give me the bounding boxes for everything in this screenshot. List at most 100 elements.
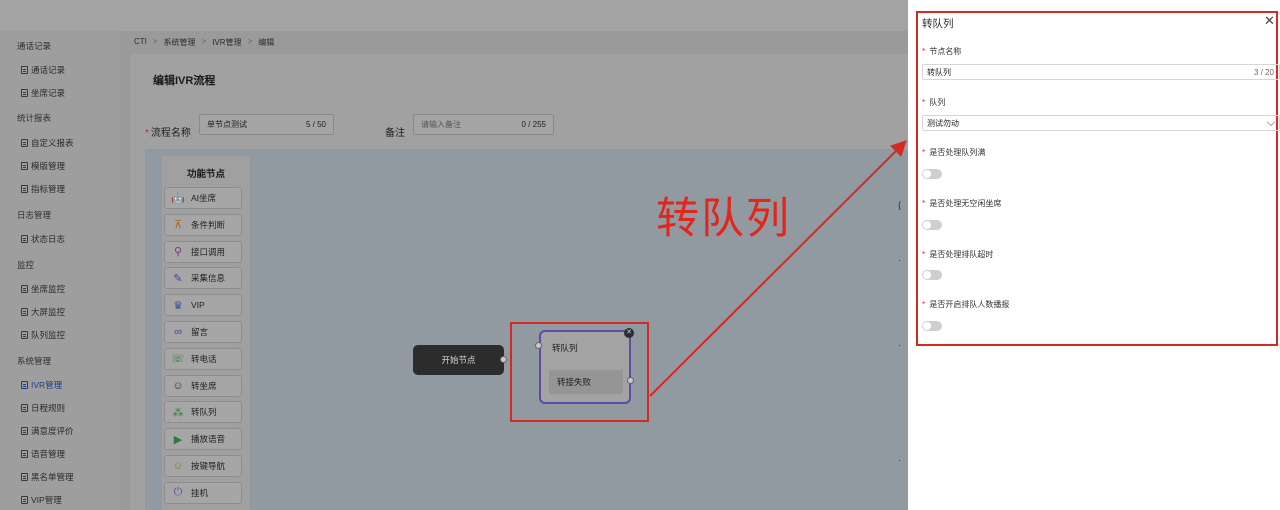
flow-name-input[interactable]: 单节点测试 5 / 50 (199, 114, 334, 135)
toggle-no-idle-agent[interactable] (922, 220, 942, 230)
toggle-label-queue-announce: * 是否开启排队人数播报 (922, 300, 1010, 309)
branch-icon: ⊼ (173, 219, 183, 232)
breadcrumb-item[interactable]: 系统管理 (164, 37, 196, 48)
sidebar-item-satisfaction[interactable]: 满意度评价 (21, 425, 74, 437)
voicemail-icon: ∞ (174, 326, 182, 338)
remark-label: 备注 (385, 128, 405, 139)
document-icon (21, 381, 28, 389)
palette-item[interactable]: ▶ 播放语音 (164, 428, 242, 451)
play-icon: ▶ (173, 433, 183, 446)
start-node-output-port[interactable] (500, 356, 507, 363)
sidebar-item-templates[interactable]: 模版管理 (21, 160, 65, 172)
toggle-queue-announce[interactable] (922, 321, 942, 331)
document-icon (21, 162, 28, 170)
close-icon[interactable]: ✕ (1264, 13, 1275, 29)
connector-mark: · (898, 255, 901, 265)
toggle-queue-full[interactable] (922, 169, 942, 179)
palette-item[interactable]: ⏻ 挂机 (164, 481, 242, 504)
toggle-label-no-idle-agent: * 是否处理无空闲坐席 (922, 199, 1002, 208)
link-icon: ⚲ (173, 246, 183, 259)
sidebar-item-queue-monitor[interactable]: 队列监控 (21, 329, 65, 341)
document-icon (21, 496, 28, 504)
palette-item[interactable]: ⁂ 转队列 (164, 401, 242, 424)
palette-item-label: 挂机 (191, 487, 209, 498)
palette-item[interactable]: ∞ 留言 (164, 321, 242, 343)
document-icon (21, 450, 28, 458)
toggle-queue-timeout[interactable] (922, 270, 942, 280)
remark-input[interactable]: 请输入备注 0 / 255 (413, 114, 554, 135)
toggle-label-queue-timeout: * 是否处理排队超时 (922, 250, 994, 259)
palette-item[interactable]: ☺ 按键导航 (164, 455, 242, 477)
palette-item-label: 条件判断 (191, 219, 226, 230)
vip-icon: ♛ (173, 299, 183, 312)
palette-item[interactable]: ✎ 采集信息 (164, 267, 242, 290)
sidebar-item-ivr[interactable]: IVR管理 (21, 379, 62, 391)
breadcrumb: CTI > 系统管理 > IVR管理 > 编辑 (134, 37, 275, 48)
document-icon (21, 235, 28, 243)
breadcrumb-item[interactable]: CTI (134, 37, 147, 48)
palette-item-label: 采集信息 (191, 273, 226, 284)
palette-item[interactable]: ☺ 转坐席 (164, 374, 242, 397)
annotation-caption: 转队列 (656, 194, 791, 244)
sidebar-item-call-records[interactable]: 通话记录 (21, 64, 65, 76)
sidebar-item-vip[interactable]: VIP管理 (21, 494, 62, 506)
connector-mark: { (898, 200, 902, 210)
breadcrumb-item[interactable]: IVR管理 (212, 37, 241, 48)
queue-select[interactable]: 测试勿动 (922, 115, 1280, 131)
sidebar-item-custom-report[interactable]: 自定义报表 (21, 137, 74, 149)
phone-icon: ☏ (171, 353, 185, 366)
palette-item-label: 转队列 (191, 407, 217, 418)
document-icon (21, 427, 28, 435)
queue-label: * 队列 (922, 98, 946, 107)
palette-item-label: 转坐席 (191, 380, 217, 391)
top-bar (0, 0, 908, 31)
palette-item-label: 按键导航 (191, 461, 226, 471)
power-icon: ⏻ (173, 486, 183, 499)
sidebar-item-metrics[interactable]: 指标管理 (21, 183, 65, 195)
toggle-label-queue-full: * 是否处理队列满 (922, 148, 986, 157)
sidebar-item-screen-monitor[interactable]: 大屏监控 (21, 306, 65, 318)
drawer-highlight-frame (916, 11, 1278, 346)
sidebar-group-logs: 日志管理 (17, 210, 52, 220)
palette-item[interactable]: ♛ VIP (164, 294, 242, 317)
sidebar-group-system: 系统管理 (17, 356, 52, 366)
sidebar-group-monitor: 监控 (17, 260, 35, 270)
flow-name-label: * 流程名称 (145, 128, 191, 139)
sidebar-item-status-log[interactable]: 状态日志 (21, 233, 65, 245)
sidebar-group-reports: 统计报表 (17, 113, 52, 123)
node-name-input[interactable]: 转队列 3 / 20 (922, 64, 1280, 80)
connector-mark: · (898, 455, 901, 465)
sidebar-item-schedule[interactable]: 日程规则 (21, 402, 65, 414)
page-title: 编辑IVR流程 (153, 75, 216, 87)
palette-item[interactable]: ⚲ 接口调用 (164, 240, 242, 263)
chevron-down-icon (1266, 117, 1276, 126)
document-icon (21, 66, 28, 74)
breadcrumb-item: 编辑 (258, 38, 275, 47)
sidebar: 通话记录 通话记录 坐席记录 统计报表 自定义报表 模版管理 指标管理 日志管理… (0, 31, 120, 510)
palette-item-label: 接口调用 (191, 246, 226, 257)
start-node[interactable]: 开始节点 (413, 345, 504, 375)
document-icon (21, 89, 28, 97)
document-icon (21, 404, 28, 412)
document-icon (21, 139, 28, 147)
palette-title: 功能节点 (186, 169, 225, 180)
sidebar-group-call-records: 通话记录 (17, 41, 52, 51)
sidebar-item-voice[interactable]: 语音管理 (21, 448, 65, 460)
main-content: CTI > 系统管理 > IVR管理 > 编辑 编辑IVR流程 * 流程名称 单节点测试… (120, 31, 908, 510)
document-icon (21, 308, 28, 316)
sidebar-item-agent-monitor[interactable]: 坐席监控 (21, 283, 65, 295)
palette-item[interactable]: ⊼ 条件判断 (164, 213, 242, 236)
node-palette: 功能节点 🤖 AI坐席 ⊼ 条件判断 ⚲ 接口调用 ✎ 采集信息 ♛ VIP ∞ 留言 ☏ 转电话 ☺ 转坐席… (162, 156, 250, 510)
palette-item-label: 留言 (191, 327, 209, 337)
palette-item-label: AI坐席 (191, 193, 217, 203)
palette-item-label: VIP (191, 300, 205, 311)
node-name-label: * 节点名称 (922, 47, 962, 56)
palette-item[interactable]: 🤖 AI坐席 (164, 187, 242, 209)
connector-mark: · (898, 340, 901, 350)
sidebar-item-agent-records[interactable]: 坐席记录 (21, 87, 65, 99)
document-icon (21, 331, 28, 339)
palette-item[interactable]: ☏ 转电话 (164, 347, 242, 370)
document-icon (21, 473, 28, 481)
sidebar-item-blacklist[interactable]: 黑名单管理 (21, 471, 74, 483)
palette-item-label: 播放语音 (191, 434, 226, 445)
